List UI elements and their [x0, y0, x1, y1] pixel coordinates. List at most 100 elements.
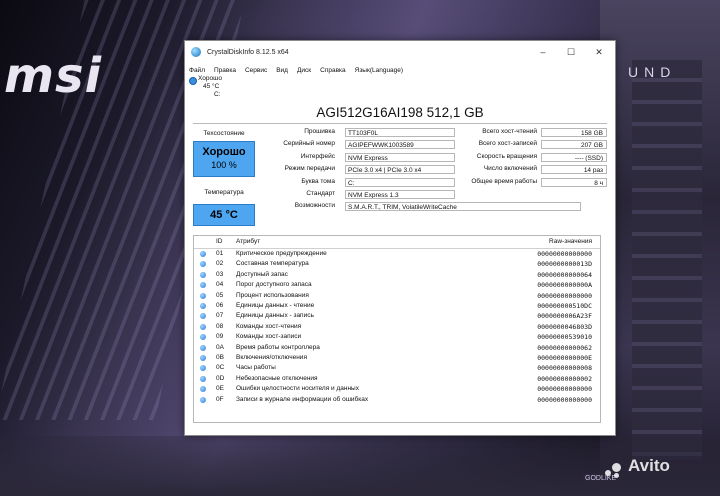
attribute-id: 0F	[216, 395, 224, 403]
table-header: ID Атрибут Raw-значения	[194, 236, 600, 249]
table-row[interactable]: 05 Процент использования 00000000000000	[194, 292, 600, 301]
info-value[interactable]: 8 ч	[541, 177, 607, 187]
attribute-raw-value: 00000000000002	[537, 374, 592, 383]
info-value[interactable]: NVM Express 1.3	[345, 190, 455, 199]
table-row[interactable]: 0F Записи в журнале информации об ошибках…	[194, 396, 600, 405]
menu-help[interactable]: Справка	[320, 67, 346, 74]
table-row[interactable]: 0B Включения/отключения 0000000000000E	[194, 354, 600, 363]
attribute-name: Единицы данных - запись	[236, 312, 314, 320]
attribute-raw-value: 00000000000000	[537, 250, 592, 258]
column-header-id[interactable]: ID	[216, 238, 223, 245]
info-value[interactable]: 14 раз	[541, 165, 607, 175]
table-row[interactable]: 0E Ошибки целостности носителя и данных 00…	[194, 385, 600, 394]
attribute-name: Небезопасные отключения	[236, 374, 318, 382]
attribute-id: 0D	[216, 374, 225, 382]
info-label: Режим передачи	[284, 165, 335, 173]
info-value[interactable]: PCIe 3.0 x4 | PCIe 3.0 x4	[345, 165, 455, 175]
status-dot-icon	[200, 344, 206, 351]
title-bar[interactable]: CrystalDiskInfo 8.12.5 x64 – ☐ ✕	[185, 41, 615, 63]
status-dot-icon	[200, 386, 206, 393]
table-row[interactable]: 07 Единицы данных - запись 0000000006A23F	[194, 312, 600, 321]
table-row[interactable]: 09 Команды хост-записи 00000000539010	[194, 333, 600, 342]
attribute-raw-value: 0000000006A23F	[537, 312, 592, 321]
attribute-name: Команды хост-чтения	[236, 322, 302, 330]
drive-health-icon	[189, 77, 197, 85]
menu-language[interactable]: Язык(Language)	[355, 67, 403, 74]
status-dot-icon	[200, 334, 206, 341]
avito-watermark: Avito	[628, 456, 670, 475]
menu-disk[interactable]: Диск	[297, 67, 311, 74]
status-dot-icon	[200, 251, 206, 257]
attribute-raw-value: 00000000539010	[537, 333, 592, 342]
attribute-name: Ошибки целостности носителя и данных	[236, 385, 359, 393]
status-dot-icon	[200, 261, 206, 268]
attribute-raw-value: 00000000000064	[537, 270, 592, 279]
table-row[interactable]: 0A Время работы контроллера 00000000000062	[194, 344, 600, 353]
table-row[interactable]: 04 Порог доступного запаса 0000000000000A	[194, 281, 600, 290]
menu-edit[interactable]: Правка	[214, 67, 236, 74]
minimize-button[interactable]: –	[529, 41, 557, 63]
status-dot-icon	[200, 271, 206, 278]
temperature-label: Температура	[204, 189, 244, 196]
drive-tab[interactable]: Хорошо 45 °C C:	[189, 75, 222, 101]
maximize-button[interactable]: ☐	[557, 41, 585, 63]
status-dot-icon	[200, 355, 206, 361]
column-header-attribute[interactable]: Атрибут	[236, 238, 260, 245]
attribute-id: 08	[216, 322, 224, 330]
menu-view[interactable]: Вид	[276, 67, 288, 74]
info-value[interactable]: AGIPEFWWK1003589	[345, 140, 455, 150]
temperature-badge[interactable]: 45 °C	[193, 204, 255, 226]
smart-attribute-table: ID Атрибут Raw-значения 01 Критическое пр…	[193, 235, 601, 423]
menu-service[interactable]: Сервис	[245, 67, 267, 74]
info-label: Буква тома	[301, 177, 335, 185]
close-button[interactable]: ✕	[585, 41, 613, 63]
attribute-raw-value: 00000000000000	[537, 291, 592, 300]
attribute-id: 04	[216, 281, 224, 289]
info-value[interactable]: S.M.A.R.T., TRIM, VolatileWriteCache	[345, 202, 581, 212]
info-value[interactable]: C:	[345, 177, 455, 187]
crystaldiskinfo-app-icon	[191, 47, 201, 57]
info-value[interactable]: 158 GB	[541, 128, 607, 137]
menu-bar: Файл Правка Сервис Вид Диск Справка Язык…	[185, 63, 615, 77]
info-value[interactable]: 207 GB	[541, 140, 607, 150]
table-row[interactable]: 0D Небезопасные отключения 00000000000002	[194, 375, 600, 384]
status-dot-icon	[200, 303, 206, 309]
attribute-name: Порог доступного запаса	[236, 281, 312, 289]
attribute-id: 0C	[216, 364, 225, 372]
attribute-raw-value: 00000000000000	[537, 395, 592, 404]
status-dot-icon	[200, 292, 206, 299]
health-status-badge[interactable]: Хорошо 100 %	[193, 141, 255, 177]
column-header-raw[interactable]: Raw-значения	[549, 238, 592, 245]
attribute-raw-value: 0000000000000A	[537, 281, 592, 290]
attribute-name: Включения/отключения	[236, 354, 307, 361]
attribute-name: Команды хост-записи	[236, 333, 302, 341]
attribute-id: 05	[216, 291, 224, 299]
attribute-id: 02	[216, 260, 224, 268]
table-row[interactable]: 03 Доступный запас 00000000000064	[194, 271, 600, 280]
drive-tab-temp: 45 °C	[203, 83, 220, 90]
status-dot-icon	[200, 323, 206, 330]
table-row[interactable]: 01 Критическое предупреждение 000000000000…	[194, 250, 600, 259]
attribute-name: Часы работы	[236, 364, 276, 372]
info-label: Интерфейс	[300, 152, 335, 160]
attribute-id: 0E	[216, 385, 224, 393]
health-percent: 100 %	[211, 160, 237, 170]
attribute-id: 0B	[216, 354, 224, 361]
info-label: Число включений	[483, 165, 537, 173]
attribute-raw-value: 000000000510DC	[537, 302, 592, 310]
avito-logo-icon	[605, 462, 623, 478]
table-row[interactable]: 02 Составная температура 0000000000013D	[194, 260, 600, 269]
attribute-name: Время работы контроллера	[236, 343, 320, 351]
info-value[interactable]: TT103F0L	[345, 128, 455, 137]
menu-file[interactable]: Файл	[189, 67, 205, 74]
info-value[interactable]: NVM Express	[345, 152, 455, 162]
background-ram-slots	[632, 60, 702, 460]
attribute-id: 0A	[216, 343, 224, 351]
table-row[interactable]: 0C Часы работы 00000000000008	[194, 364, 600, 373]
info-label: Всего хост-записей	[478, 140, 537, 148]
table-row[interactable]: 06 Единицы данных - чтение 000000000510DC	[194, 302, 600, 311]
info-label: Возможности	[294, 202, 335, 210]
info-value[interactable]: ---- (SSD)	[541, 152, 607, 162]
table-row[interactable]: 08 Команды хост-чтения 0000000046803D	[194, 323, 600, 332]
attribute-name: Записи в журнале информации об ошибках	[236, 395, 369, 403]
